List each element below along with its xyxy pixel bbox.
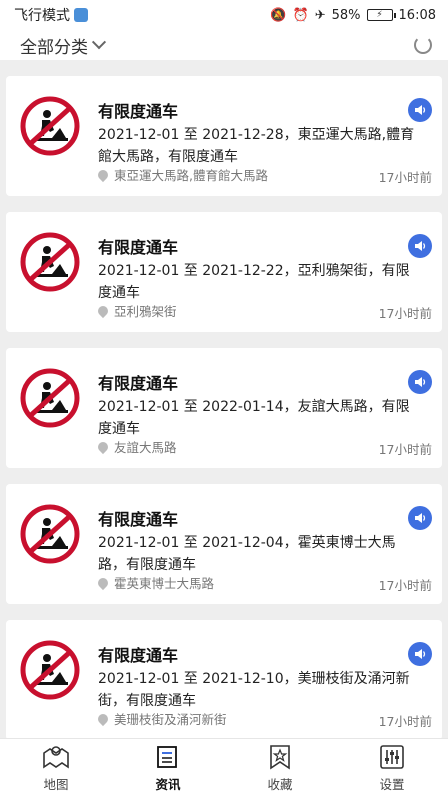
nav-favorites[interactable]: 收藏 (240, 742, 320, 793)
location-pin-icon (95, 303, 111, 318)
nav-map-label: 地图 (43, 777, 69, 792)
nav-news[interactable]: 资讯 (128, 742, 208, 793)
location-pin-icon (95, 711, 111, 726)
location-pin-icon (95, 439, 111, 454)
status-right: 🔕 ⏰ ✈ 58% ⚡ 16:08 (270, 8, 436, 23)
location-text: 亞利鴉架街 (114, 304, 177, 319)
road-work-sign-icon (20, 232, 80, 292)
speaker-icon[interactable] (408, 642, 432, 666)
airplane-mode-label: 飞行模式 (14, 8, 70, 24)
road-work-sign-icon (20, 640, 80, 700)
item-location: 美珊枝街及涌河新街 (95, 709, 227, 728)
star-bookmark-icon (265, 742, 295, 772)
item-location: 友誼大馬路 (95, 437, 177, 456)
speaker-icon[interactable] (408, 370, 432, 394)
item-title: 有限度通车 (98, 510, 179, 529)
location-text: 友誼大馬路 (114, 440, 177, 455)
list-item[interactable]: 有限度通车 2021-12-01 至 2021-12-10，美珊枝街及涌河新街，… (6, 620, 442, 738)
nav-settings[interactable]: 设置 (352, 742, 432, 793)
battery-percent: 58% (331, 7, 361, 23)
item-location: 霍英東博士大馬路 (95, 573, 215, 592)
item-description: 2021-12-01 至 2021-12-28，東亞運大馬路,體育館大馬路，有限… (98, 127, 415, 165)
item-description: 2021-12-01 至 2021-12-04，霍英東博士大馬路，有限度通车 (98, 535, 396, 573)
item-title: 有限度通车 (98, 238, 179, 257)
location-text: 美珊枝街及涌河新街 (114, 712, 227, 727)
location-pin-icon (95, 575, 111, 590)
chevron-down-icon (91, 35, 107, 50)
item-time: 17小时前 (378, 170, 432, 185)
item-time: 17小时前 (378, 442, 432, 457)
item-description: 2021-12-01 至 2022-01-14，友誼大馬路，有限度通车 (98, 399, 410, 437)
category-dropdown[interactable]: 全部分类 (20, 33, 107, 58)
location-text: 霍英東博士大馬路 (114, 576, 215, 591)
item-description: 2021-12-01 至 2021-12-10，美珊枝街及涌河新街，有限度通车 (98, 671, 410, 709)
notice-list: 有限度通车 2021-12-01 至 2021-12-28，東亞運大馬路,體育館… (0, 60, 448, 738)
status-left: 飞行模式 (14, 5, 88, 25)
speaker-icon[interactable] (408, 98, 432, 122)
bottom-nav: 地图 资讯 收藏 设置 (0, 738, 448, 796)
mute-icon: 🔕 (270, 7, 287, 23)
speaker-icon[interactable] (408, 506, 432, 530)
nav-settings-label: 设置 (379, 777, 405, 792)
item-time: 17小时前 (378, 578, 432, 593)
speaker-icon[interactable] (408, 234, 432, 258)
category-label: 全部分类 (20, 37, 88, 58)
battery-icon: ⚡ (366, 9, 396, 21)
nav-favorites-label: 收藏 (267, 777, 293, 792)
nav-news-label: 资讯 (155, 777, 181, 792)
alarm-icon: ⏰ (292, 7, 309, 23)
location-pin-icon (95, 167, 111, 182)
clock: 16:08 (398, 7, 436, 23)
news-icon (153, 742, 183, 772)
location-text: 東亞運大馬路,體育館大馬路 (114, 168, 268, 183)
list-item[interactable]: 有限度通车 2021-12-01 至 2021-12-04，霍英東博士大馬路，有… (6, 484, 442, 604)
item-description: 2021-12-01 至 2021-12-22，亞利鴉架街，有限度通车 (98, 263, 410, 301)
road-work-sign-icon (20, 368, 80, 428)
item-title: 有限度通车 (98, 374, 179, 393)
map-icon (41, 742, 71, 772)
item-title: 有限度通车 (98, 102, 179, 121)
item-time: 17小时前 (378, 714, 432, 729)
shield-icon (74, 8, 88, 22)
refresh-icon[interactable] (414, 36, 432, 54)
airplane-icon: ✈ (314, 7, 326, 23)
nav-map[interactable]: 地图 (16, 742, 96, 793)
status-bar: 飞行模式 🔕 ⏰ ✈ 58% ⚡ 16:08 (0, 0, 448, 30)
list-item[interactable]: 有限度通车 2021-12-01 至 2021-12-28，東亞運大馬路,體育館… (6, 76, 442, 196)
list-item[interactable]: 有限度通车 2021-12-01 至 2022-01-14，友誼大馬路，有限度通… (6, 348, 442, 468)
road-work-sign-icon (20, 504, 80, 564)
item-title: 有限度通车 (98, 646, 179, 665)
item-location: 亞利鴉架街 (95, 301, 177, 320)
settings-sliders-icon (377, 742, 407, 772)
filter-bar: 全部分类 (0, 30, 448, 60)
road-work-sign-icon (20, 96, 80, 156)
list-item[interactable]: 有限度通车 2021-12-01 至 2021-12-22，亞利鴉架街，有限度通… (6, 212, 442, 332)
item-location: 東亞運大馬路,體育館大馬路 (95, 165, 268, 184)
item-time: 17小时前 (378, 306, 432, 321)
